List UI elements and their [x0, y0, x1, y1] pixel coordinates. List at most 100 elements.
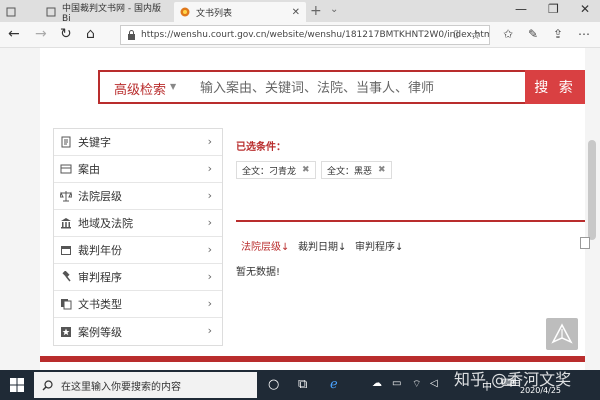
- reading-view-icon[interactable]: ▯: [453, 29, 459, 40]
- home-icon[interactable]: ⌂: [86, 26, 95, 42]
- caret-down-icon[interactable]: ▼: [170, 82, 176, 91]
- condition-chip: 全文：刁青龙 ✖: [236, 161, 316, 179]
- refresh-icon[interactable]: ↻: [60, 26, 72, 42]
- forward-icon[interactable]: →: [35, 26, 47, 42]
- condition-chip: 全文：黑恶 ✖: [321, 161, 392, 179]
- chevron-right-icon: ›: [207, 270, 212, 283]
- filter-item-label: 裁判年份: [78, 244, 122, 257]
- taskbar-search-placeholder: 在这里输入你要搜索的内容: [61, 381, 181, 393]
- address-toolbar: ← → ↻ ⌂ https://wenshu.court.gov.cn/webs…: [0, 22, 600, 48]
- page-margin-left: [0, 48, 40, 370]
- filter-item-label: 关键字: [78, 136, 111, 149]
- selected-conditions-label: 已选条件：: [236, 142, 286, 153]
- filter-item-label: 法院层级: [78, 190, 122, 203]
- list-icon: [60, 164, 72, 174]
- sort-arrow-icon: ↓: [281, 242, 290, 253]
- lock-icon: [128, 30, 135, 40]
- favorites-icon[interactable]: ✩: [503, 27, 513, 41]
- maximize-icon[interactable]: ❐: [548, 2, 559, 16]
- more-icon[interactable]: ⋯: [578, 27, 590, 41]
- filter-item-court-level[interactable]: 法院层级 ›: [54, 183, 222, 210]
- filter-item-label: 审判程序: [78, 271, 122, 284]
- close-tab-icon[interactable]: ✕: [292, 7, 300, 18]
- tab-page-icon: [6, 7, 16, 17]
- sort-procedure[interactable]: 审判程序↓: [355, 238, 403, 253]
- chevron-right-icon: ›: [207, 162, 212, 175]
- windows-start-icon[interactable]: [10, 378, 24, 392]
- tab-bar: 中国裁判文书网 - 国内版 Bi 文书列表 ✕ + ⌄ — ❐ ✕: [0, 0, 600, 24]
- cloud-icon[interactable]: ☁: [372, 378, 382, 389]
- search-button[interactable]: 搜 索: [525, 70, 585, 104]
- tab-pinned[interactable]: [0, 2, 38, 22]
- filter-item-label: 文书类型: [78, 298, 122, 311]
- sort-judgment-date[interactable]: 裁判日期↓: [298, 238, 346, 253]
- remove-condition-icon[interactable]: ✖: [378, 165, 386, 175]
- chevron-right-icon: ›: [207, 216, 212, 229]
- filter-item-label: 案例等级: [78, 325, 122, 339]
- filter-item-procedure[interactable]: 审判程序 ›: [54, 264, 222, 291]
- filter-item-label: 案由: [78, 163, 100, 176]
- back-to-top-icon: [551, 323, 573, 344]
- footer-bar: [40, 356, 585, 362]
- search-icon: [42, 379, 53, 390]
- pen-icon[interactable]: ✎: [528, 27, 538, 41]
- scrollbar-thumb[interactable]: [588, 140, 596, 240]
- building-icon: [61, 218, 71, 229]
- chevron-right-icon: ›: [207, 243, 212, 256]
- close-window-icon[interactable]: ✕: [580, 2, 590, 16]
- tab-title: 文书列表: [196, 8, 233, 19]
- sort-label: 法院层级: [241, 242, 281, 253]
- filter-item-year[interactable]: 裁判年份 ›: [54, 237, 222, 264]
- tab-title: 中国裁判文书网 - 国内版 Bi: [62, 3, 161, 24]
- remove-condition-icon[interactable]: ✖: [302, 165, 310, 175]
- volume-icon[interactable]: ◁: [430, 378, 438, 389]
- select-all-checkbox[interactable]: [580, 237, 590, 249]
- filter-item-doc-type[interactable]: 文书类型 ›: [54, 291, 222, 318]
- condition-chip-label: 全文：黑恶: [327, 166, 373, 177]
- address-bar[interactable]: https://wenshu.court.gov.cn/website/wens…: [120, 25, 490, 45]
- tab-document-list[interactable]: 文书列表 ✕: [174, 2, 306, 22]
- empty-results-text: 暂无数据!: [236, 267, 281, 278]
- tab-court-search[interactable]: 中国裁判文书网 - 国内版 Bi: [40, 2, 174, 24]
- sort-arrow-icon: ↓: [338, 242, 347, 253]
- url-text: https://wenshu.court.gov.cn/website/wens…: [141, 30, 489, 40]
- chevron-right-icon: ›: [207, 324, 212, 337]
- court-emblem-icon: [180, 7, 190, 17]
- edge-browser-icon[interactable]: ℯ: [330, 377, 338, 392]
- calendar-icon: [61, 246, 71, 255]
- document-icon: [61, 136, 71, 148]
- minimize-icon[interactable]: —: [515, 2, 527, 16]
- scales-icon: [60, 191, 72, 202]
- files-icon: [61, 299, 72, 310]
- filter-menu: 关键字 › 案由 › 法院层级 › 地域及法院 › 裁判年份 › 审判程序 › …: [53, 128, 223, 346]
- favorite-star-icon[interactable]: ☆: [470, 28, 481, 42]
- battery-icon[interactable]: ▭: [392, 378, 401, 389]
- back-icon[interactable]: ←: [8, 26, 20, 42]
- star-icon: [61, 326, 71, 337]
- task-view-icon[interactable]: ⧉: [298, 377, 307, 392]
- chevron-right-icon: ›: [207, 189, 212, 202]
- chevron-right-icon: ›: [207, 297, 212, 310]
- advanced-search-toggle[interactable]: 高级检索: [114, 79, 166, 98]
- taskbar-search-box[interactable]: 在这里输入你要搜索的内容: [34, 372, 257, 398]
- search-input[interactable]: [200, 76, 500, 100]
- cortana-icon[interactable]: ○: [268, 377, 279, 392]
- taskbar-date: 2020/4/25: [520, 386, 562, 395]
- new-tab-icon[interactable]: +: [310, 3, 322, 19]
- back-to-top-button[interactable]: [546, 318, 578, 350]
- sort-court-level[interactable]: 法院层级↓: [241, 238, 289, 253]
- chevron-right-icon: ›: [207, 135, 212, 148]
- wifi-icon[interactable]: ⌔: [412, 378, 421, 391]
- sort-arrow-icon: ↓: [395, 242, 404, 253]
- chevron-down-icon[interactable]: ⌄: [330, 4, 338, 15]
- filter-item-keyword[interactable]: 关键字 ›: [54, 129, 222, 156]
- filter-item-case-level[interactable]: 案例等级 ›: [54, 318, 222, 345]
- filter-item-cause[interactable]: 案由 ›: [54, 156, 222, 183]
- sort-label: 审判程序: [355, 242, 395, 253]
- gavel-icon: [62, 271, 71, 282]
- share-icon[interactable]: ⇪: [553, 27, 563, 41]
- filter-item-region[interactable]: 地域及法院 ›: [54, 210, 222, 237]
- filter-item-label: 地域及法院: [78, 217, 133, 230]
- condition-chip-label: 全文：刁青龙: [242, 166, 297, 177]
- search-bar: 高级检索 ▼ 搜 索: [98, 70, 585, 104]
